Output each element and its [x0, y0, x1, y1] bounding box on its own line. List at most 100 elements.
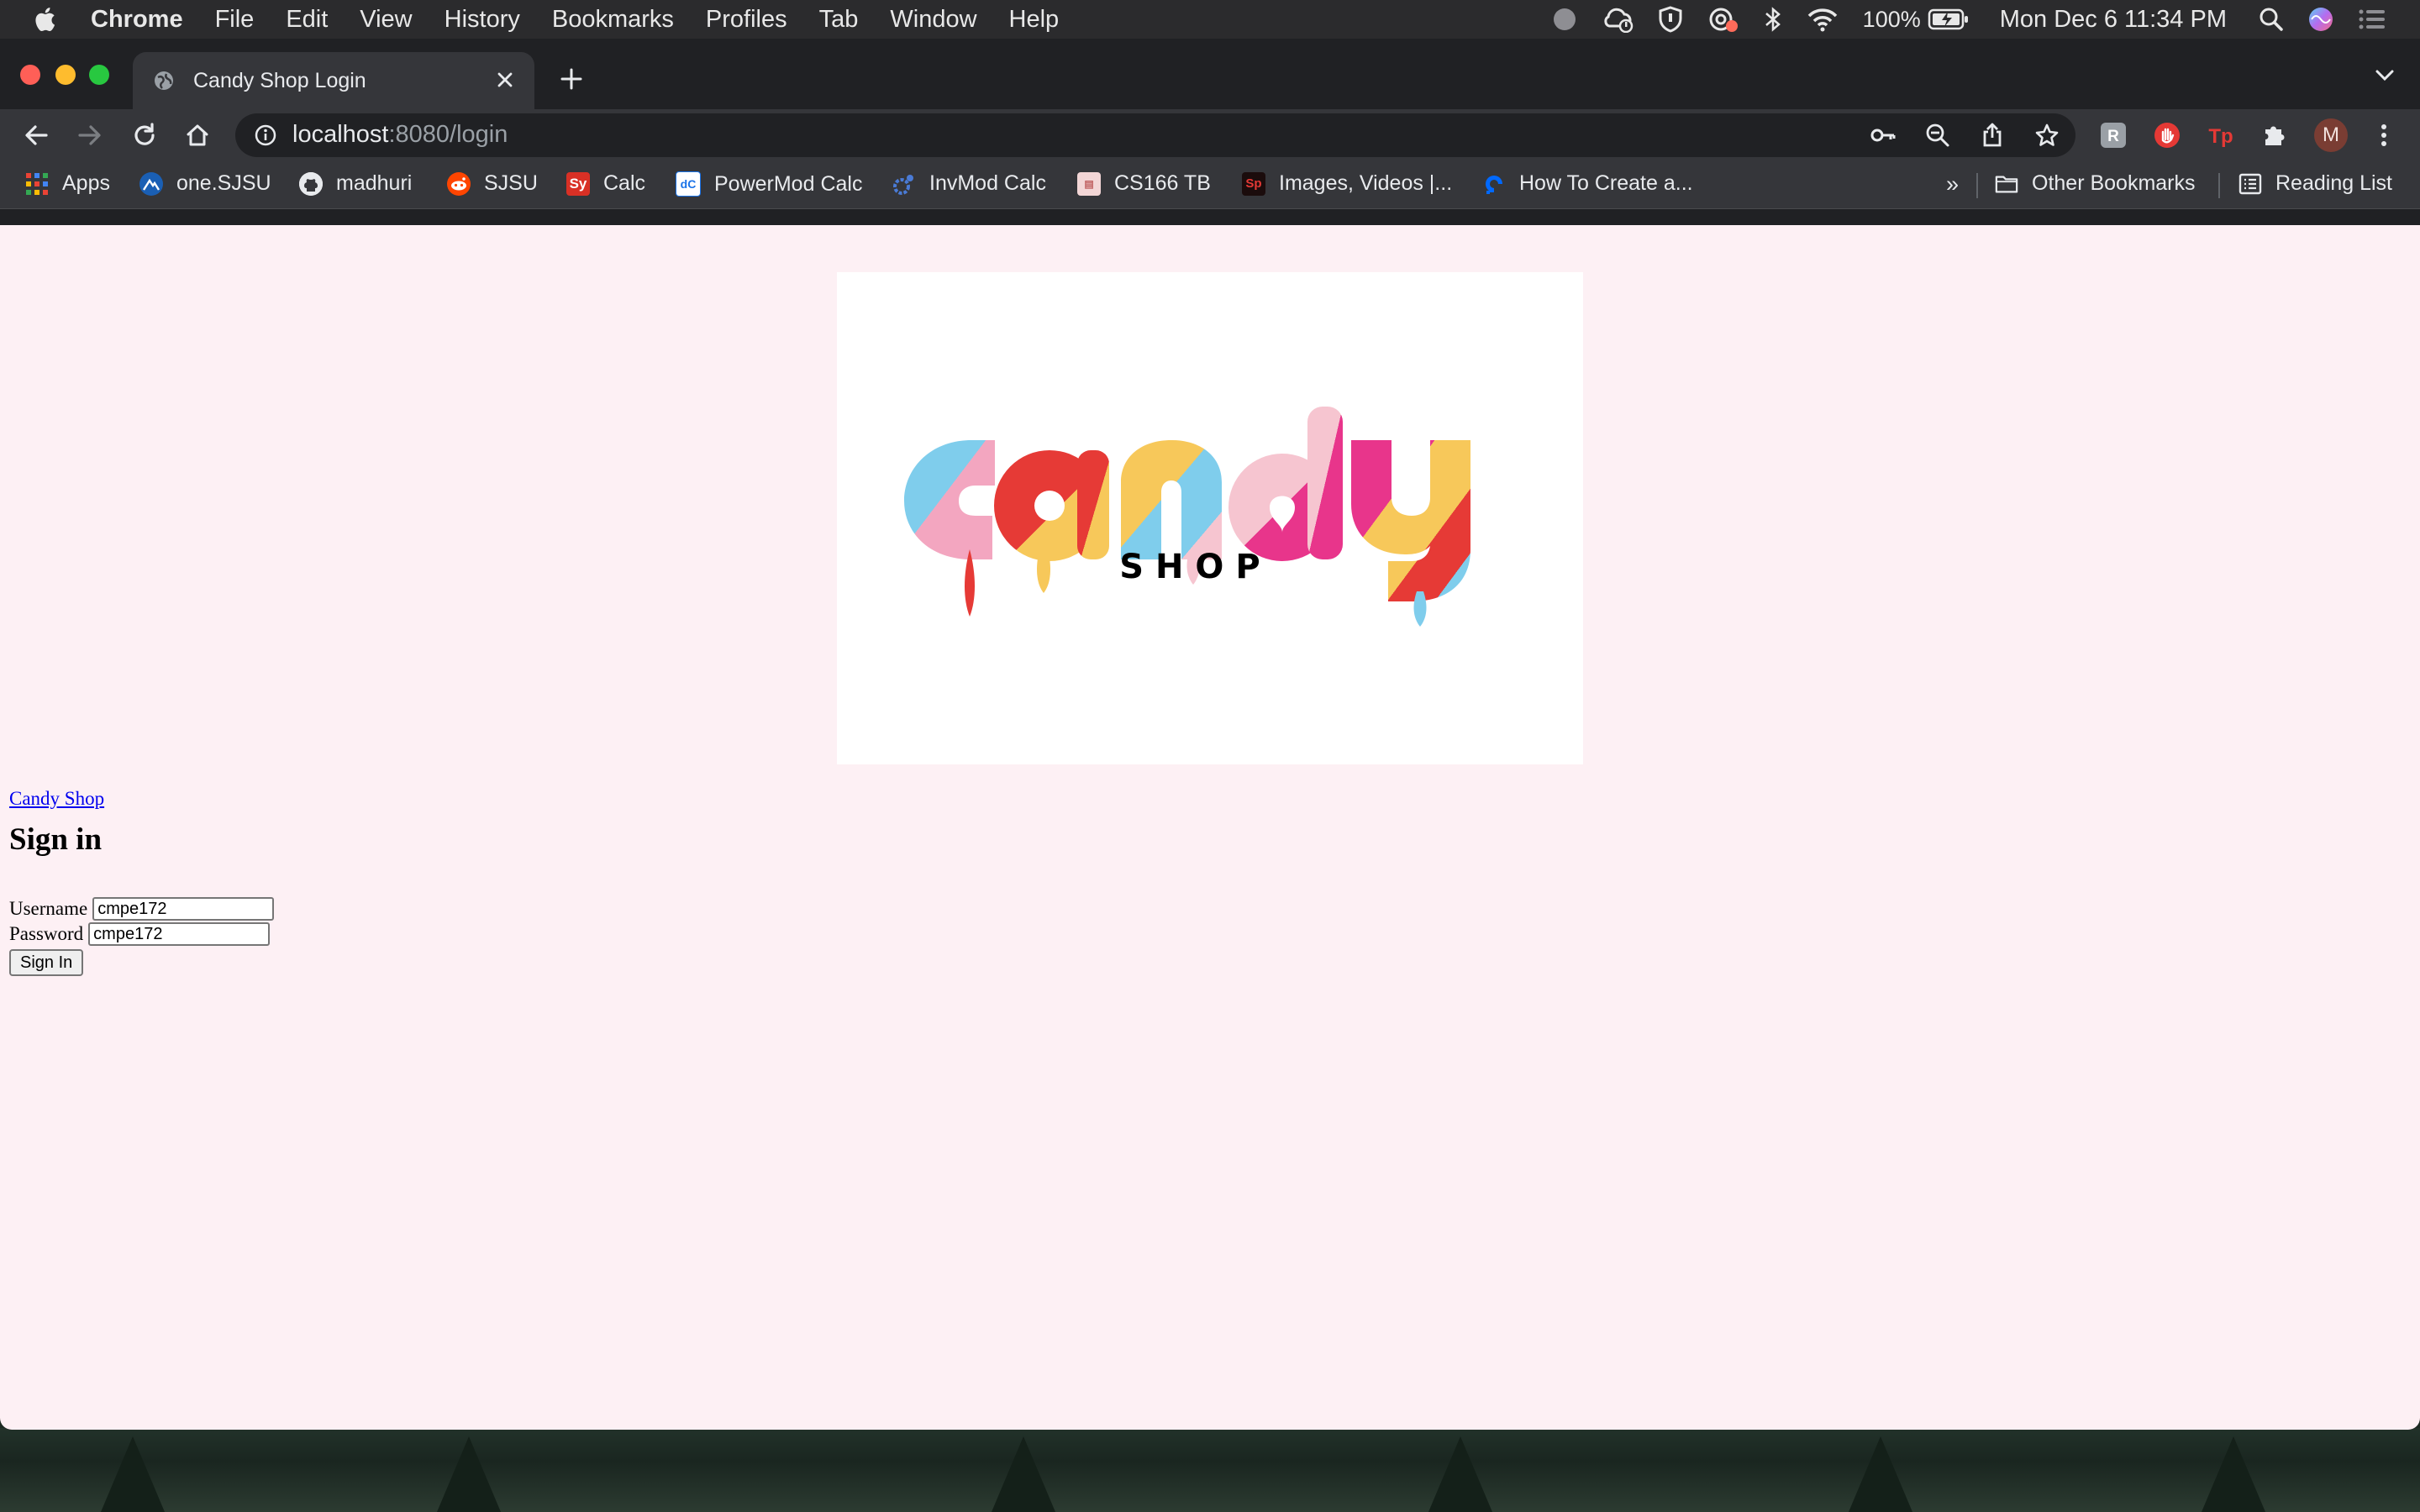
tree-silhouette	[101, 1436, 165, 1512]
bookmark-cs166-tb[interactable]: ▤ CS166 TB	[1077, 171, 1211, 196]
wifi-icon[interactable]	[1806, 6, 1839, 33]
symbolab-sy-icon: Sy	[566, 171, 590, 196]
clock[interactable]: Mon Dec 6 11:34 PM	[2000, 6, 2227, 34]
reading-list-button[interactable]: Reading List	[2238, 171, 2392, 196]
bluetooth-icon[interactable]	[1764, 6, 1782, 33]
bookmarks-overflow-button[interactable]: »	[1946, 171, 1959, 197]
extension-tp-icon[interactable]: Tp	[2207, 121, 2235, 150]
menu-file[interactable]: File	[215, 6, 255, 34]
bookmark-star-icon[interactable]	[2034, 123, 2060, 148]
letter-d	[1228, 407, 1343, 561]
bookmark-label: CS166 TB	[1114, 171, 1211, 195]
close-tab-icon[interactable]	[492, 67, 518, 92]
forward-arrow-icon[interactable]	[76, 121, 104, 150]
menu-help[interactable]: Help	[1009, 6, 1060, 34]
candy-shop-logo: S H O P	[837, 272, 1583, 764]
svg-text:R: R	[2107, 128, 2119, 145]
password-row: Password	[9, 922, 271, 946]
siri-icon[interactable]	[2307, 6, 2334, 33]
spotlight-search-icon[interactable]	[2259, 7, 2284, 32]
shield-icon[interactable]	[1658, 6, 1683, 33]
bookmark-images-videos[interactable]: Sp Images, Videos |...	[1242, 171, 1452, 196]
bookmarks-divider	[1976, 173, 1978, 198]
close-window-button[interactable]	[20, 65, 40, 85]
adobe-spark-icon: Sp	[1242, 171, 1265, 196]
bookmark-label: PowerMod Calc	[714, 171, 863, 196]
battery-percent: 100%	[1862, 6, 1921, 32]
desktop-wallpaper	[0, 1428, 2420, 1512]
profile-avatar[interactable]: M	[2314, 118, 2348, 152]
cloud-sync-icon[interactable]	[1601, 6, 1634, 33]
bookmark-label: Images, Videos |...	[1279, 171, 1453, 195]
bookmark-apps[interactable]: Apps	[25, 171, 110, 196]
menu-edit[interactable]: Edit	[286, 6, 328, 34]
mountain-icon	[139, 171, 163, 196]
menu-window[interactable]: Window	[890, 6, 976, 34]
menu-tab[interactable]: Tab	[819, 6, 859, 34]
tree-silhouette	[992, 1436, 1055, 1512]
page-heading: Sign in	[9, 822, 103, 857]
url-text[interactable]: localhost:8080/login	[292, 121, 508, 149]
more-menu-icon[interactable]	[2370, 121, 2398, 150]
apps-grid-icon	[25, 172, 49, 196]
bookmark-invmod-calc[interactable]: InvMod Calc	[892, 171, 1046, 196]
address-bar[interactable]: localhost:8080/login	[235, 113, 2075, 157]
username-input[interactable]	[92, 897, 275, 921]
bookmark-label: Calc	[603, 171, 646, 195]
new-tab-plus-icon[interactable]	[558, 66, 585, 92]
bookmark-how-to-create[interactable]: How To Create a...	[1482, 171, 1693, 196]
url-host: localhost	[292, 121, 389, 148]
apple-menu-icon[interactable]	[34, 5, 59, 34]
menu-profiles[interactable]: Profiles	[706, 6, 787, 34]
zoom-out-icon[interactable]	[1925, 123, 1950, 148]
menu-app-name[interactable]: Chrome	[91, 6, 183, 34]
password-input[interactable]	[88, 922, 271, 946]
menu-history[interactable]: History	[445, 6, 520, 34]
bookmark-label: SJSU	[484, 171, 538, 195]
bookmark-sjsu[interactable]: SJSU	[447, 171, 538, 196]
bookmark-powermod-calc[interactable]: dC PowerMod Calc	[676, 171, 862, 197]
reload-icon[interactable]	[130, 121, 159, 150]
bookmark-madhuri[interactable]: madhuri	[299, 171, 412, 196]
macos-menu-bar: Chrome File Edit View History Bookmarks …	[0, 0, 2420, 39]
back-arrow-icon[interactable]	[22, 121, 50, 150]
digitalocean-icon	[1482, 172, 1506, 196]
extension-r-icon[interactable]: R	[2099, 121, 2128, 150]
extensions-puzzle-icon[interactable]	[2260, 121, 2289, 150]
control-center-icon[interactable]	[2358, 8, 2386, 31]
bookmark-label: InvMod Calc	[929, 171, 1046, 195]
globe-icon	[153, 70, 175, 92]
menu-bookmarks[interactable]: Bookmarks	[552, 6, 674, 34]
tab-search-chevron-down-icon[interactable]	[2375, 69, 2395, 87]
menu-status-area: 100% Mon Dec 6 11:34 PM	[1528, 0, 2420, 39]
bookmark-label: Apps	[62, 171, 110, 195]
record-indicator-icon[interactable]	[1552, 7, 1577, 32]
minimize-window-button[interactable]	[55, 65, 76, 85]
bookmark-label: one.SJSU	[176, 171, 271, 195]
candy-shop-home-link[interactable]: Candy Shop	[9, 788, 104, 810]
menu-view[interactable]: View	[360, 6, 412, 34]
sign-in-button[interactable]: Sign In	[9, 949, 84, 976]
tree-silhouette	[1849, 1436, 1912, 1512]
url-path: :8080/login	[388, 121, 508, 148]
bookmark-calc[interactable]: Sy Calc	[566, 171, 645, 196]
maximize-window-button[interactable]	[89, 65, 109, 85]
web-page-content: S H O P Candy Shop Sign in Username Pass…	[0, 225, 2420, 1430]
extension-hand-stop-icon[interactable]	[2153, 121, 2181, 150]
share-icon[interactable]	[1980, 123, 2005, 148]
bookmark-one-sjsu[interactable]: one.SJSU	[139, 171, 271, 196]
network-monitor-icon[interactable]	[1707, 6, 1740, 33]
tree-silhouette	[1428, 1436, 1492, 1512]
bookmark-other-bookmarks[interactable]: Other Bookmarks	[1995, 171, 2196, 196]
home-icon[interactable]	[183, 121, 212, 150]
tree-silhouette	[437, 1436, 501, 1512]
letter-c	[904, 440, 995, 617]
site-info-icon[interactable]	[254, 123, 277, 147]
gear-link-icon	[892, 172, 916, 196]
battery-icon[interactable]	[1928, 8, 1970, 31]
tab-candy-shop-login[interactable]: Candy Shop Login	[133, 52, 534, 109]
logo-shop-text: S H O P	[1119, 548, 1260, 586]
tree-silhouette	[2202, 1436, 2265, 1512]
bookmarks-divider	[2218, 173, 2220, 198]
password-key-icon[interactable]	[1870, 123, 1896, 148]
